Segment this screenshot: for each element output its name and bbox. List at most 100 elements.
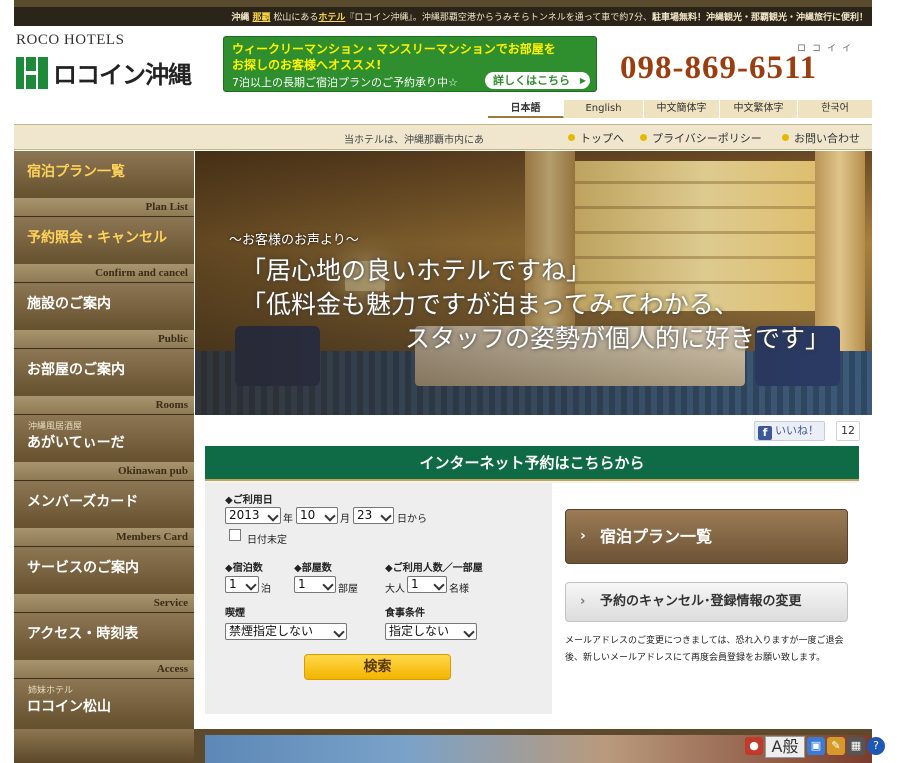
grid-icon[interactable]: ▦ bbox=[847, 737, 865, 755]
dictionary-icon[interactable]: ▣ bbox=[807, 737, 825, 755]
plan-list-button[interactable]: 宿泊プラン一覧 bbox=[565, 509, 848, 564]
sidebar-item-en: Plan List bbox=[145, 201, 188, 213]
sidebar-item-sub: 姉妹ホテル bbox=[28, 686, 74, 696]
top-text-matsuyama: 松山にある bbox=[270, 13, 319, 23]
sidebar-item-en: Members Card bbox=[116, 531, 188, 543]
meal-label: 食事条件 bbox=[385, 608, 425, 619]
like-label: いいね！ bbox=[775, 424, 819, 437]
sidebar-item-label: お部屋のご案内 bbox=[27, 362, 125, 378]
sidebar-item-label: あがいてぃーだ bbox=[27, 435, 125, 451]
sidebar-item-label: ロコイン松山 bbox=[27, 699, 111, 715]
like-count: 12 bbox=[836, 421, 860, 441]
sidebar-item-label: サービスのご案内 bbox=[27, 560, 139, 576]
guests-unit: 名様 bbox=[449, 584, 469, 595]
nav-link-top[interactable]: トップへ bbox=[568, 130, 624, 146]
facebook-icon: f bbox=[758, 426, 772, 440]
bullet-icon bbox=[568, 134, 575, 141]
nights-unit: 泊 bbox=[261, 584, 271, 595]
year-select[interactable]: 2013 bbox=[225, 507, 281, 524]
sidebar-item-rooms[interactable]: お部屋のご案内 Rooms bbox=[14, 349, 194, 415]
cancel-change-button[interactable]: 予約のキャンセル･登録情報の変更 bbox=[565, 582, 848, 622]
sidebar-item-public[interactable]: 施設のご案内 Public bbox=[14, 283, 194, 349]
banner-line3: 7泊以上の長期ご宿泊プランのご予約承り中☆ bbox=[232, 76, 458, 89]
meal-select[interactable]: 指定しない bbox=[385, 623, 477, 640]
help-icon[interactable]: ? bbox=[867, 737, 885, 755]
guests-label: ◆ご利用人数／一部屋 bbox=[385, 563, 483, 574]
banner-line1: ウィークリーマンション・マンスリーマンションでお部屋を bbox=[232, 42, 556, 56]
sidebar-item-okinawan-pub[interactable]: 沖縄風居酒屋 あがいてぃーだ Okinawan pub bbox=[14, 415, 194, 481]
language-tabs: 日本語 English 中文簡体字 中文繁体字 한국어 bbox=[488, 100, 872, 118]
date-label: ◆ご利用日 bbox=[225, 495, 273, 506]
top-text-parking: 駐車場無料！沖縄観光・那覇観光・沖縄旅行に便利！ bbox=[651, 13, 868, 23]
rooms-unit: 部屋 bbox=[338, 584, 358, 595]
nav-link-privacy-label: プライバシーポリシー bbox=[652, 132, 762, 145]
weekly-mansion-banner[interactable]: ウィークリーマンション・マンスリーマンションでお部屋を お探しのお客様へオススメ… bbox=[223, 36, 597, 92]
logo-rocoinn-okinawa[interactable]: ロコイン沖縄 bbox=[53, 55, 192, 90]
sidebar-item-label: 予約照会・キャンセル bbox=[27, 230, 167, 246]
nights-label: ◆宿泊数 bbox=[225, 563, 263, 574]
top-info-bar: 沖縄 那覇 松山にあるホテル『ロコイン沖縄』。沖縄那覇空港からうみそらトンネルを… bbox=[14, 0, 872, 26]
sidebar-item-en: Rooms bbox=[155, 399, 188, 411]
day-select[interactable]: 23 bbox=[353, 507, 394, 524]
nights-select[interactable]: 1 bbox=[225, 576, 259, 593]
site-frame: 沖縄 那覇 松山にあるホテル『ロコイン沖縄』。沖縄那覇空港からうみそらトンネルを… bbox=[14, 0, 872, 763]
link-hotel[interactable]: ホテル bbox=[318, 13, 345, 23]
sidebar-item-confirm-cancel[interactable]: 予約照会・キャンセル Confirm and cancel bbox=[14, 217, 194, 283]
rooms-label: ◆部屋数 bbox=[294, 563, 332, 574]
hero-quote-2: 「低料金も魅力ですが泊まってみてわかる、 bbox=[241, 290, 739, 319]
rooms-select[interactable]: 1 bbox=[294, 576, 336, 593]
sidebar-item-en: Public bbox=[158, 333, 188, 345]
bullet-icon bbox=[640, 134, 647, 141]
sidebar-item-sub: 沖縄風居酒屋 bbox=[28, 422, 83, 432]
sidebar-item-members-card[interactable]: メンバーズカード Members Card bbox=[14, 481, 194, 547]
ime-toolbar: ● A般 ▣ ✎ ▦ ? bbox=[742, 736, 897, 758]
month-unit: 月 bbox=[340, 514, 350, 525]
reservation-panel: インターネット予約はこちらから ◆ご利用日 2013 年 10 月 23 日から… bbox=[205, 446, 859, 714]
day-unit: 日から bbox=[397, 514, 427, 525]
sidebar-item-service[interactable]: サービスのご案内 Service bbox=[14, 547, 194, 613]
stop-icon[interactable]: ● bbox=[745, 737, 763, 755]
sidebar-item-label: 宿泊プラン一覧 bbox=[27, 164, 125, 180]
facebook-like-button[interactable]: f いいね！ bbox=[754, 421, 825, 441]
reservation-header: インターネット予約はこちらから bbox=[205, 446, 859, 481]
reservation-side: 宿泊プラン一覧 予約のキャンセル･登録情報の変更 メールアドレスのご変更につきま… bbox=[552, 483, 859, 714]
lang-tab-korean[interactable]: 한국어 bbox=[798, 100, 872, 118]
lang-tab-simplified-chinese[interactable]: 中文簡体字 bbox=[644, 100, 720, 118]
sidebar-item-plan-list[interactable]: 宿泊プラン一覧 Plan List bbox=[14, 151, 194, 217]
hero-voice-label: 〜お客様のお声より〜 bbox=[229, 233, 359, 248]
logo-roco-hotels[interactable]: ROCO HOTELS bbox=[16, 32, 124, 49]
lang-tab-traditional-chinese[interactable]: 中文繁体字 bbox=[720, 100, 798, 118]
sidebar-item-label: メンバーズカード bbox=[27, 494, 139, 510]
search-button[interactable]: 検索 bbox=[304, 654, 451, 680]
nav-link-contact[interactable]: お問い合わせ bbox=[782, 130, 860, 146]
scrollbar[interactable] bbox=[872, 0, 897, 735]
smoking-select[interactable]: 禁煙指定しない bbox=[225, 623, 347, 640]
year-unit: 年 bbox=[283, 514, 293, 525]
phone-number: 098-869-6511 bbox=[620, 50, 818, 86]
tool-icon[interactable]: ✎ bbox=[827, 737, 845, 755]
guests-prefix: 大人 bbox=[385, 584, 405, 595]
sidebar-next-item[interactable] bbox=[14, 729, 194, 763]
top-text-okinawa: 沖縄 bbox=[231, 13, 253, 23]
month-select[interactable]: 10 bbox=[296, 507, 338, 524]
guests-select[interactable]: 1 bbox=[407, 576, 447, 593]
nav-link-privacy[interactable]: プライバシーポリシー bbox=[640, 130, 762, 146]
smoking-label: 喫煙 bbox=[225, 608, 245, 619]
lang-tab-japanese[interactable]: 日本語 bbox=[488, 100, 564, 118]
sidebar-item-en: Access bbox=[156, 663, 188, 675]
ime-mode-indicator[interactable]: A般 bbox=[765, 736, 805, 758]
date-undecided-checkbox[interactable] bbox=[229, 529, 241, 541]
banner-more-button[interactable]: 詳しくはこちら bbox=[485, 72, 590, 89]
logo-mark-icon[interactable] bbox=[16, 57, 48, 89]
nav-bar: 当ホテルは、沖縄那覇市内にあ トップへ プライバシーポリシー お問い合わせ bbox=[14, 124, 872, 150]
sidebar-item-en: Okinawan pub bbox=[117, 465, 188, 477]
date-undecided-label: 日付未定 bbox=[247, 535, 287, 546]
nav-link-contact-label: お問い合わせ bbox=[794, 132, 860, 145]
top-text-access: 『ロコイン沖縄』。沖縄那覇空港からうみそらトンネルを通って車で約7分、 bbox=[345, 13, 652, 23]
email-change-note: メールアドレスのご変更につきましては、恐れ入りますが一度ご退会後、新しいメールア… bbox=[565, 636, 844, 663]
page: 沖縄 那覇 松山にあるホテル『ロコイン沖縄』。沖縄那覇空港からうみそらトンネルを… bbox=[0, 0, 897, 763]
lang-tab-english[interactable]: English bbox=[564, 100, 644, 118]
nav-link-top-label: トップへ bbox=[580, 132, 624, 145]
link-naha[interactable]: 那覇 bbox=[252, 13, 270, 23]
sidebar-item-access[interactable]: アクセス・時刻表 Access bbox=[14, 613, 194, 679]
